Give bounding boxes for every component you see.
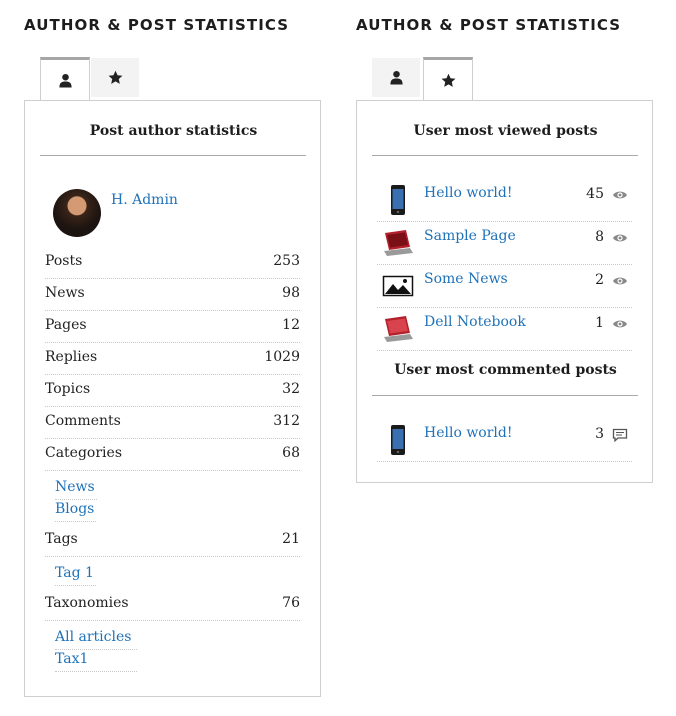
comment-icon	[612, 428, 628, 442]
image-placeholder-thumbnail[interactable]	[382, 270, 414, 302]
user-icon	[58, 73, 72, 88]
stat-value: 76	[282, 595, 300, 611]
star-icon	[441, 73, 455, 87]
post-link[interactable]: Sample Page	[424, 228, 516, 244]
stat-row-news: News 98	[45, 279, 300, 311]
tab-author[interactable]	[372, 58, 420, 97]
view-count: 2	[595, 272, 604, 288]
stat-value: 253	[273, 253, 300, 269]
avatar[interactable]	[53, 189, 101, 237]
category-link-blogs[interactable]: Blogs	[55, 501, 97, 522]
stat-row-categories: Categories 68	[45, 439, 300, 471]
tab-posts[interactable]	[423, 57, 473, 100]
divider	[372, 155, 638, 156]
stat-row-replies: Replies 1029	[45, 343, 300, 375]
stat-value: 1029	[264, 349, 300, 365]
eye-icon	[613, 191, 627, 199]
divider	[40, 155, 306, 156]
stat-value: 98	[282, 285, 300, 301]
taxonomy-link-tax1[interactable]: Tax1	[55, 651, 137, 672]
laptop-thumbnail[interactable]	[382, 227, 414, 259]
widget-title: AUTHOR & POST STATISTICS	[24, 16, 290, 34]
stat-value: 68	[282, 445, 300, 461]
post-link[interactable]: Dell Notebook	[424, 314, 526, 330]
eye-icon	[613, 234, 627, 242]
list-item: Hello world! 3	[377, 419, 632, 462]
panel-title: Post author statistics	[89, 123, 258, 139]
comment-count: 3	[595, 426, 604, 442]
category-link-news[interactable]: News	[55, 479, 97, 500]
list-item: Hello world! 45	[377, 179, 632, 222]
divider	[372, 395, 638, 396]
stat-row-tags: Tags 21	[45, 525, 300, 557]
stat-row-posts: Posts 253	[45, 247, 300, 279]
stat-value: 21	[282, 531, 300, 547]
stat-label: Categories	[45, 445, 122, 461]
taxonomy-link-all-articles[interactable]: All articles	[55, 629, 137, 650]
laptop-thumbnail[interactable]	[382, 313, 414, 345]
view-count: 8	[595, 229, 604, 245]
stat-value: 12	[282, 317, 300, 333]
stat-label: News	[45, 285, 85, 301]
stat-row-topics: Topics 32	[45, 375, 300, 407]
post-link[interactable]: Some News	[424, 271, 508, 287]
stat-label: Taxonomies	[45, 595, 129, 611]
eye-icon	[613, 277, 627, 285]
phone-thumbnail[interactable]	[382, 184, 414, 216]
viewed-section-title: User most viewed posts	[413, 123, 598, 139]
author-stats-panel: Post author statistics H. Admin Posts 25…	[24, 100, 321, 697]
stat-row-pages: Pages 12	[45, 311, 300, 343]
list-item: Some News 2	[377, 265, 632, 308]
post-link[interactable]: Hello world!	[424, 185, 513, 201]
author-name-link[interactable]: H. Admin	[111, 192, 178, 208]
phone-thumbnail[interactable]	[382, 424, 414, 456]
tab-posts[interactable]	[91, 58, 139, 97]
post-stats-panel: User most viewed posts Hello world! 45 S…	[356, 100, 653, 483]
stat-label: Comments	[45, 413, 121, 429]
list-item: Dell Notebook 1	[377, 308, 632, 351]
stat-label: Pages	[45, 317, 87, 333]
view-count: 45	[586, 186, 604, 202]
stat-row-comments: Comments 312	[45, 407, 300, 439]
stat-value: 312	[273, 413, 300, 429]
widget-title: AUTHOR & POST STATISTICS	[356, 16, 622, 34]
list-item: Sample Page 8	[377, 222, 632, 265]
stat-label: Replies	[45, 349, 98, 365]
view-count: 1	[595, 315, 604, 331]
stat-label: Tags	[45, 531, 78, 547]
eye-icon	[613, 320, 627, 328]
user-icon	[389, 70, 403, 85]
post-link[interactable]: Hello world!	[424, 425, 513, 441]
tab-author[interactable]	[40, 57, 90, 100]
stat-value: 32	[282, 381, 300, 397]
stat-label: Topics	[45, 381, 91, 397]
stat-label: Posts	[45, 253, 83, 269]
commented-section-title: User most commented posts	[394, 362, 617, 378]
star-icon	[108, 70, 122, 84]
tag-link-tag-1[interactable]: Tag 1	[55, 565, 96, 586]
stat-row-taxonomies: Taxonomies 76	[45, 589, 300, 621]
